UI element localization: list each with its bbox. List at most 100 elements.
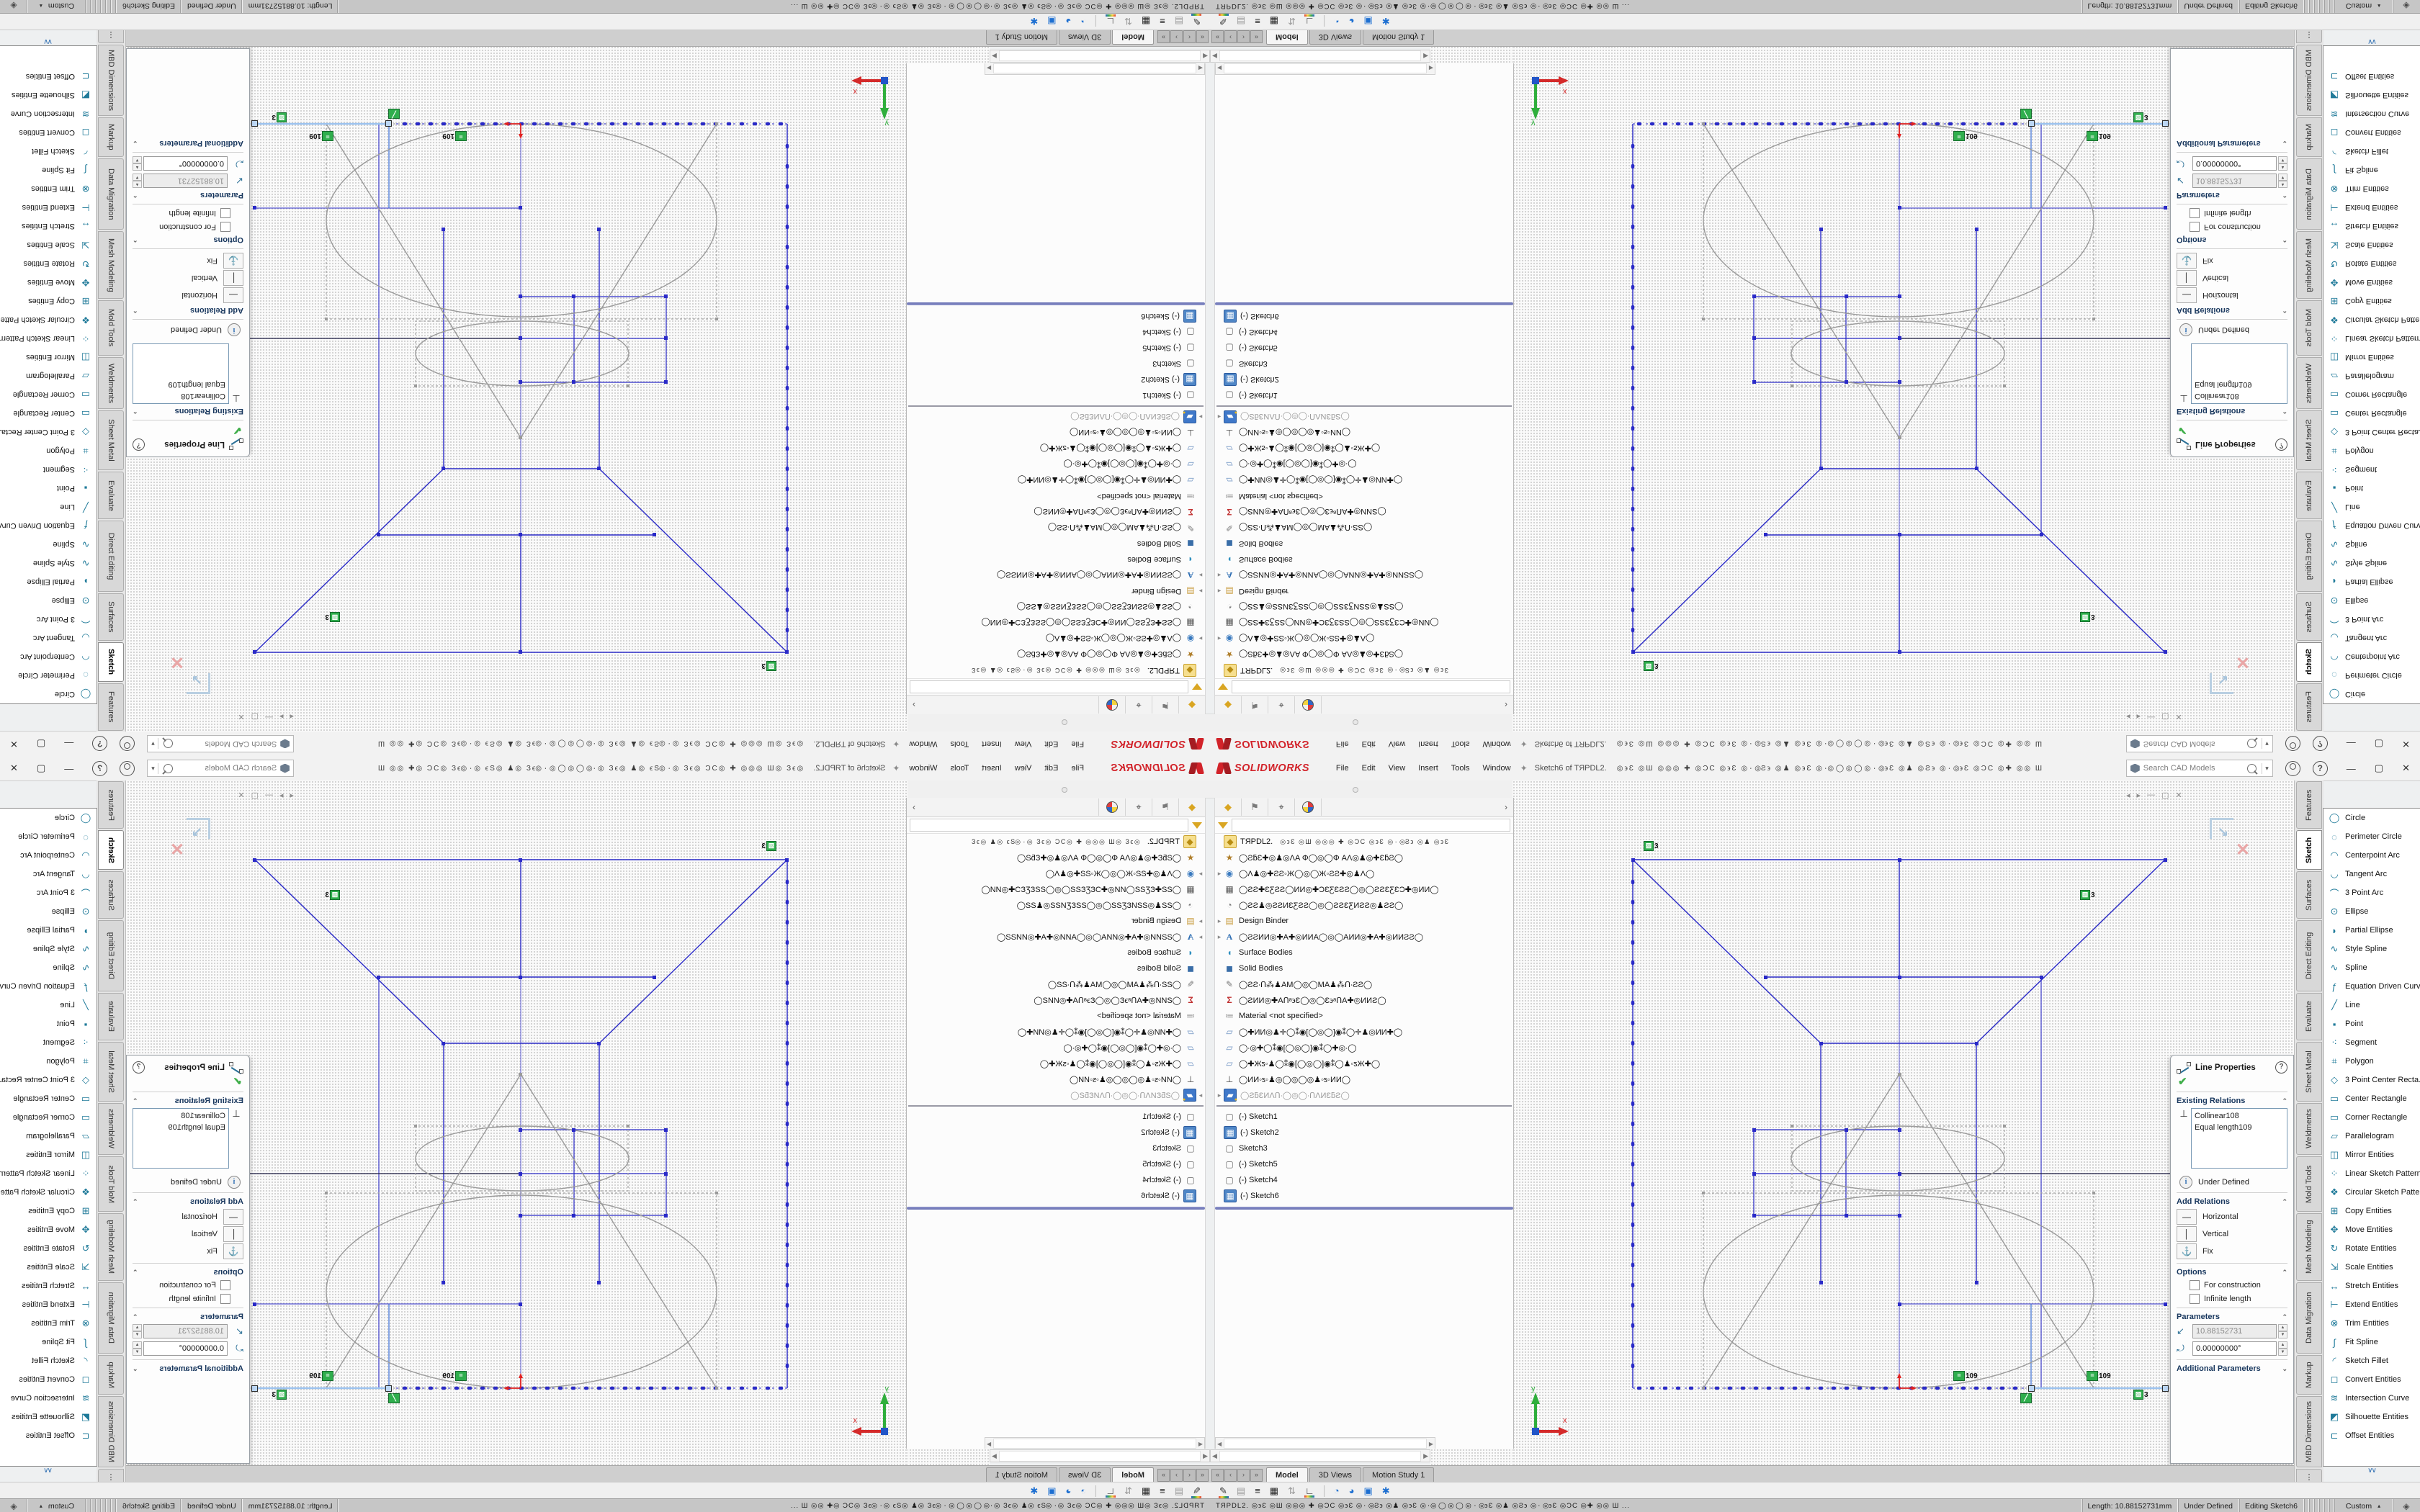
panel-help-icon[interactable]: ? — [133, 438, 145, 451]
tab-evaluate[interactable]: Evaluate — [2296, 993, 2322, 1040]
cancel-sketch-icon[interactable]: ✕ — [170, 652, 184, 672]
length-spinner[interactable]: ▲▼ — [133, 1324, 142, 1338]
tab-nav-3-icon[interactable]: » — [1250, 30, 1263, 43]
tree-item[interactable]: ▢(-) Sketch1 — [1215, 387, 1513, 403]
tab-nav-1-icon[interactable]: ‹ — [1224, 30, 1237, 43]
equal-relation-badge[interactable]: =109 — [2087, 131, 2111, 141]
grid-icon[interactable]: ▦ — [1270, 16, 1278, 27]
doc-minimize-icon[interactable]: — — [265, 712, 273, 721]
tree-item[interactable]: ▸▤Design Binder — [1215, 913, 1513, 929]
add-relation-horizontal[interactable]: —Horizontal — [2177, 1209, 2287, 1225]
parameters-header[interactable]: Parameters⌃ — [2177, 1313, 2287, 1321]
custom-toolbar-dropdown[interactable]: Custom▴ — [28, 1499, 86, 1512]
tool-trim-entities[interactable]: ⊗Trim Entities — [2323, 1314, 2420, 1333]
displaymanager-tab[interactable] — [1098, 798, 1125, 816]
tab-mesh-modeling[interactable]: Mesh Modeling — [2296, 1213, 2322, 1281]
tree-item[interactable]: ≔Material <not specified> — [907, 488, 1205, 504]
tree-item[interactable]: ≔Material <not specified> — [1215, 488, 1513, 504]
add-relation-vertical[interactable]: │Vertical — [133, 270, 243, 286]
tree-item[interactable]: ▦(-) Sketch6 — [907, 308, 1205, 324]
doc-restore-icon[interactable]: ▢ — [2161, 791, 2169, 800]
tool-move-entities[interactable]: ✥Move Entities — [2323, 273, 2420, 292]
add-relation-vertical[interactable]: │Vertical — [133, 1226, 243, 1242]
existing-relations-header[interactable]: Existing Relations⌃ — [2177, 407, 2287, 415]
relation-badge[interactable]: ▨3 — [2133, 112, 2148, 122]
checkbox[interactable] — [220, 208, 230, 218]
tool-line[interactable]: ╱Line — [0, 996, 97, 1014]
tree-item[interactable]: ▦(-) Sketch2 — [907, 1125, 1205, 1140]
configurationmanager-tab[interactable]: ⌖ — [1268, 696, 1295, 714]
tree-item[interactable]: ◖Surface Bodies — [907, 552, 1205, 567]
tool-scale-entities[interactable]: ⇲Scale Entities — [2323, 1258, 2420, 1277]
tree-item[interactable]: ✎◯ƧƧ∙Ո⁂♟AΜ◯◎◯ΜA♟⁂Ո∙ƧƧ◯ — [1215, 520, 1513, 536]
tab-sketch[interactable]: Sketch — [2296, 830, 2322, 870]
tree-item[interactable]: ▸◉◯Ʌ♟◎✚ƧƧ◦Ж◯◎◯Ж◦ƧƧ✚◎♟Ʌ◯ — [907, 865, 1205, 881]
tree-item[interactable]: ▱◯✚ИИ◎♟✛◯⁑◉[◯◎◯]◉⁑◯✛♟◎ИИ✚◯ — [1215, 1024, 1513, 1040]
tree-item[interactable]: ▦◯ƧƧ✚ƐƸƧƧ◯ИИ◎✚ϽƐƸƐƧƧ◯◎◯ƧƧƐƸƐϽ✚◎ИИ◯ — [907, 881, 1205, 897]
tool-silhouette-entities[interactable]: ◩Silhouette Entities — [0, 1408, 97, 1426]
existing-relations-header[interactable]: Existing Relations⌃ — [133, 407, 243, 415]
sketch-point-handle[interactable] — [2162, 1385, 2169, 1392]
tool-3-point-center-recta-[interactable]: ◇3 Point Center Recta... — [2323, 423, 2420, 441]
search-box[interactable]: Search CAD Models ▾ — [147, 735, 294, 752]
tool-3-point-arc[interactable]: ⌒3 Point Arc — [0, 610, 97, 629]
relation-entry[interactable]: Equal length109 — [136, 1122, 225, 1133]
tab-surfaces[interactable]: Surfaces — [98, 593, 124, 641]
settings-gear-icon[interactable]: ✱ — [1030, 1485, 1038, 1497]
tab-mold-tools[interactable]: Mold Tools — [98, 300, 124, 356]
tab-sheet-metal[interactable]: Sheet Metal — [2296, 410, 2322, 470]
tree-item[interactable]: ▢(-) Sketch5 — [1215, 340, 1513, 356]
existing-relations-header[interactable]: Existing Relations⌃ — [133, 1097, 243, 1105]
tree-item[interactable]: ▢(-) Sketch5 — [1215, 1156, 1513, 1172]
tree-item[interactable]: ▸A◯ƧƧИИ◎✚A✚◎ИИA◯◎◯AИИ◎✚A✚◎ИИƧƧ◯ — [907, 567, 1205, 583]
relation-badge[interactable]: ▨3 — [325, 612, 340, 622]
ok-button[interactable]: ✔ — [133, 1075, 242, 1088]
tool-fit-spline[interactable]: ∫Fit Spline — [2323, 1333, 2420, 1351]
tool-circular-sketch-pattern[interactable]: ❖Circular Sketch Pattern — [2323, 1183, 2420, 1202]
tool-equation-driven-curve[interactable]: ƒEquation Driven Curve — [0, 516, 97, 535]
tab-features[interactable]: Features — [98, 781, 124, 829]
add-relation-horizontal[interactable]: —Horizontal — [2177, 287, 2287, 303]
expand-arrow-icon[interactable]: ▸ — [1196, 1092, 1205, 1099]
tool-fit-spline[interactable]: ∫Fit Spline — [0, 1333, 97, 1351]
swap-icon[interactable]: ⇅ — [1288, 16, 1296, 27]
restore-button[interactable]: ▢ — [37, 762, 45, 774]
option-infinite-length[interactable]: Infinite length — [133, 1294, 230, 1304]
doc-minimize-icon[interactable]: — — [265, 791, 273, 800]
tab-sketch[interactable]: Sketch — [2296, 642, 2322, 682]
tool-trim-entities[interactable]: ⊗Trim Entities — [0, 1314, 97, 1333]
relations-list[interactable]: Collinear108Equal length109 — [2191, 343, 2287, 404]
tree-item[interactable]: ▢(-) Sketch4 — [1215, 324, 1513, 340]
propertymanager-tab[interactable]: ⚑ — [1152, 696, 1178, 714]
tool-linear-sketch-pattern[interactable]: ⁘Linear Sketch Pattern — [0, 1164, 97, 1183]
sketch-point-handle[interactable] — [385, 120, 392, 127]
tool-spline[interactable]: ∿Spline — [0, 535, 97, 554]
datum-icon[interactable]: ∟ — [1305, 16, 1314, 27]
checkbox[interactable] — [2190, 1280, 2200, 1290]
tree-item[interactable]: ▸▰◯ƧƃƐИΛՈ∙◯◎◯∙ՈΛИƐƃƧ◯ — [1215, 1087, 1513, 1103]
relations-list[interactable]: Collinear108Equal length109 — [2191, 1108, 2287, 1169]
tool-fit-spline[interactable]: ∫Fit Spline — [0, 161, 97, 179]
tab-nav-0-icon[interactable]: « — [1211, 1469, 1224, 1482]
tool-center-rectangle[interactable]: ▭Center Rectangle — [2323, 1089, 2420, 1108]
menu-edit[interactable]: Edit — [1355, 761, 1382, 775]
tool-offset-entities[interactable]: ⊏Offset Entities — [0, 67, 97, 86]
tree-item[interactable]: ✎◯ƧƧ∙Ո⁂♟AΜ◯◎◯ΜA♟⁂Ո∙ƧƧ◯ — [907, 976, 1205, 992]
tab-weldments[interactable]: Weldments — [98, 357, 124, 409]
tab-overflow-dots[interactable]: ⋮ — [98, 30, 124, 43]
relation-badge[interactable]: ▨3 — [2080, 612, 2095, 622]
tool-rotate-entities[interactable]: ↻Rotate Entities — [0, 254, 97, 273]
tree-item[interactable]: ▸▤Design Binder — [907, 583, 1205, 599]
tool-perimeter-circle[interactable]: ◌Perimeter Circle — [2323, 666, 2420, 685]
tool-3-point-center-recta-[interactable]: ◇3 Point Center Recta... — [2323, 1071, 2420, 1089]
tool-circle[interactable]: ◯Circle — [2323, 685, 2420, 703]
tool-move-entities[interactable]: ✥Move Entities — [2323, 1220, 2420, 1239]
menu-view[interactable]: View — [1008, 737, 1039, 751]
pin-icon[interactable]: ✦ — [892, 739, 900, 749]
add-relation-fix[interactable]: ⚓Fix — [133, 1243, 243, 1259]
equal-relation-badge[interactable]: =109 — [1953, 131, 1978, 141]
featuremanager-tab[interactable]: ◆ — [1215, 798, 1242, 816]
tool-line[interactable]: ╱Line — [0, 498, 97, 516]
angle-field[interactable]: 0.00000000° — [2192, 156, 2277, 171]
pack-and-go-icon[interactable]: ◔ — [1334, 1485, 1340, 1496]
